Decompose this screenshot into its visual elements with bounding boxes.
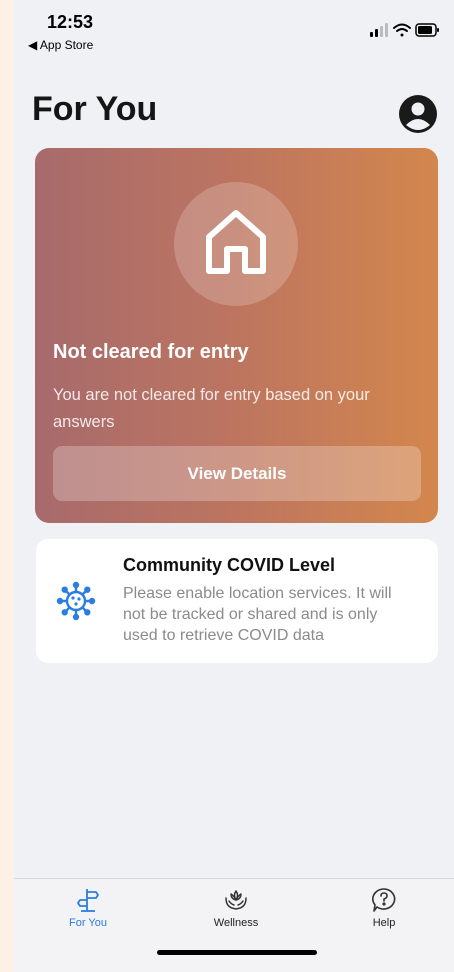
tab-wellness[interactable]: Wellness [191, 887, 281, 937]
cellular-signal-icon [370, 23, 388, 37]
battery-icon [415, 23, 439, 37]
tab-bar: For You Wellness Help [14, 878, 454, 972]
question-bubble-icon [372, 888, 396, 912]
entry-status-card: Not cleared for entry You are not cleare… [35, 148, 438, 523]
covid-card-description: Please enable location services. It will… [123, 585, 392, 644]
house-icon [206, 210, 266, 274]
app-screen: 12:53 ◀ App Store For You Not cleared fo… [14, 0, 454, 972]
status-bar: 12:53 ◀ App Store [14, 0, 454, 56]
status-time: 12:53 [47, 12, 94, 32]
covid-card-title: Community COVID Level [123, 555, 336, 575]
tab-help[interactable]: Help [339, 887, 429, 937]
tab-help-label: Help [372, 917, 396, 929]
community-covid-card[interactable]: Community COVID Level Please enable loca… [36, 539, 438, 663]
entry-status-title: Not cleared for entry [53, 341, 249, 363]
back-to-app-store-link[interactable]: ◀ App Store [28, 38, 93, 52]
profile-avatar-icon[interactable] [398, 94, 438, 134]
virus-icon [56, 581, 96, 621]
wifi-icon [393, 23, 411, 37]
house-icon-circle [174, 182, 298, 306]
tab-wellness-label: Wellness [213, 917, 259, 929]
entry-status-description: You are not cleared for entry based on y… [53, 386, 370, 431]
status-indicators-icon [370, 23, 439, 37]
signpost-icon [77, 889, 99, 912]
page-title: For You [32, 90, 158, 128]
lotus-hands-icon [225, 890, 247, 910]
home-indicator[interactable] [157, 950, 317, 955]
view-details-button[interactable]: View Details [53, 446, 421, 501]
tab-for-you[interactable]: For You [43, 887, 133, 937]
tab-for-you-label: For You [69, 917, 107, 929]
